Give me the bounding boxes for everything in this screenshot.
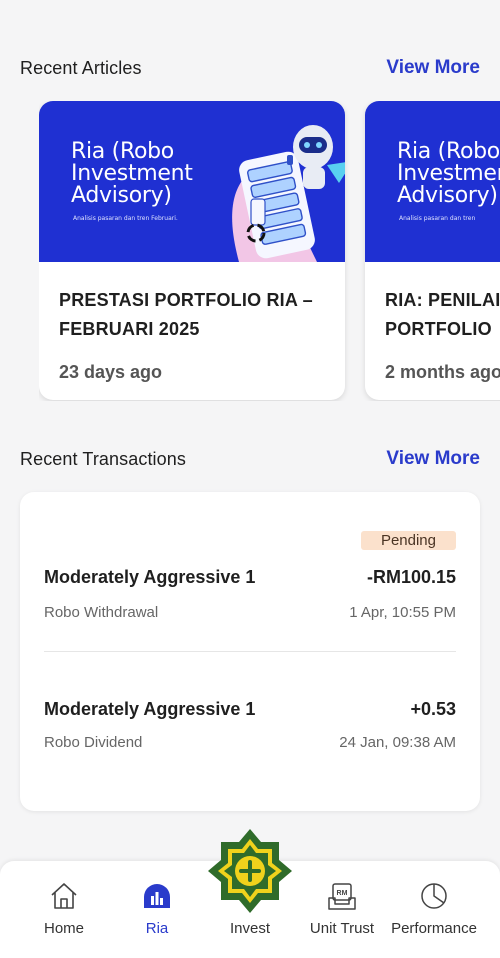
transactions-header: Recent Transactions View More bbox=[20, 448, 480, 470]
svg-text:RM: RM bbox=[337, 890, 348, 897]
banner-subtitle: Analisis pasaran dan tren bbox=[399, 215, 476, 222]
banner-title: Ria (Robo Investment Advisory) bbox=[397, 139, 500, 208]
transaction-row[interactable]: Moderately Aggressive 1 +0.53 Robo Divid… bbox=[44, 699, 456, 751]
transaction-type: Robo Dividend bbox=[44, 734, 143, 751]
transactions-view-more-link[interactable]: View More bbox=[386, 448, 480, 470]
transactions-card: Pending Moderately Aggressive 1 -RM100.1… bbox=[20, 492, 480, 811]
divider bbox=[44, 651, 456, 652]
nav-unit-trust-label: Unit Trust bbox=[309, 920, 375, 937]
transactions-section-title: Recent Transactions bbox=[20, 448, 186, 469]
robot-phone-illustration-icon bbox=[232, 125, 345, 262]
article-date: 23 days ago bbox=[59, 362, 163, 382]
nav-ria-label: Ria bbox=[145, 920, 169, 937]
transaction-date: 24 Jan, 09:38 AM bbox=[339, 734, 456, 751]
transaction-name: Moderately Aggressive 1 bbox=[44, 699, 256, 719]
article-card[interactable]: Ria (Robo Investment Advisory) Analisis … bbox=[39, 101, 345, 400]
articles-carousel[interactable]: Ria (Robo Investment Advisory) Analisis … bbox=[39, 101, 500, 401]
article-date: 2 months ago bbox=[385, 362, 500, 382]
status-badge: Pending bbox=[360, 531, 456, 550]
banner-title: Ria (Robo Investment Advisory) bbox=[71, 139, 193, 208]
home-icon bbox=[51, 883, 77, 909]
nav-ria[interactable]: Ria bbox=[107, 861, 207, 958]
transaction-date: 1 Apr, 10:55 PM bbox=[349, 604, 456, 621]
transaction-amount: -RM100.15 bbox=[366, 567, 456, 587]
ria-chart-icon bbox=[144, 884, 170, 908]
nav-home-label: Home bbox=[43, 920, 84, 937]
invest-plus-icon[interactable] bbox=[208, 829, 292, 913]
pie-chart-icon bbox=[421, 883, 447, 909]
transaction-row[interactable]: Moderately Aggressive 1 -RM100.15 Robo W… bbox=[44, 567, 456, 621]
article-title: PRESTASI PORTFOLIO RIA – FEBRUARI 2025 bbox=[59, 290, 313, 339]
nav-unit-trust[interactable]: RM Unit Trust bbox=[292, 861, 392, 958]
article-banner: Ria (Robo Investment Advisory) Analisis … bbox=[365, 101, 500, 262]
nav-invest-label: Invest bbox=[229, 920, 271, 937]
banner-subtitle: Analisis pasaran dan tren Februari. bbox=[73, 215, 178, 222]
nav-performance-label: Performance bbox=[391, 920, 477, 937]
nav-home[interactable]: Home bbox=[14, 861, 114, 958]
article-card[interactable]: Ria (Robo Investment Advisory) Analisis … bbox=[365, 101, 500, 400]
transaction-type: Robo Withdrawal bbox=[44, 604, 159, 621]
transaction-name: Moderately Aggressive 1 bbox=[44, 567, 256, 587]
articles-view-more-link[interactable]: View More bbox=[386, 57, 480, 79]
article-banner: Ria (Robo Investment Advisory) Analisis … bbox=[39, 101, 345, 262]
article-title: RIA: PENILAIAN PORTFOLIO bbox=[385, 290, 500, 339]
articles-header: Recent Articles View More bbox=[20, 57, 480, 79]
unit-trust-rm-icon: RM bbox=[328, 883, 356, 910]
transaction-amount: +0.53 bbox=[410, 699, 456, 719]
articles-section-title: Recent Articles bbox=[20, 57, 142, 78]
nav-performance[interactable]: Performance bbox=[384, 861, 484, 958]
